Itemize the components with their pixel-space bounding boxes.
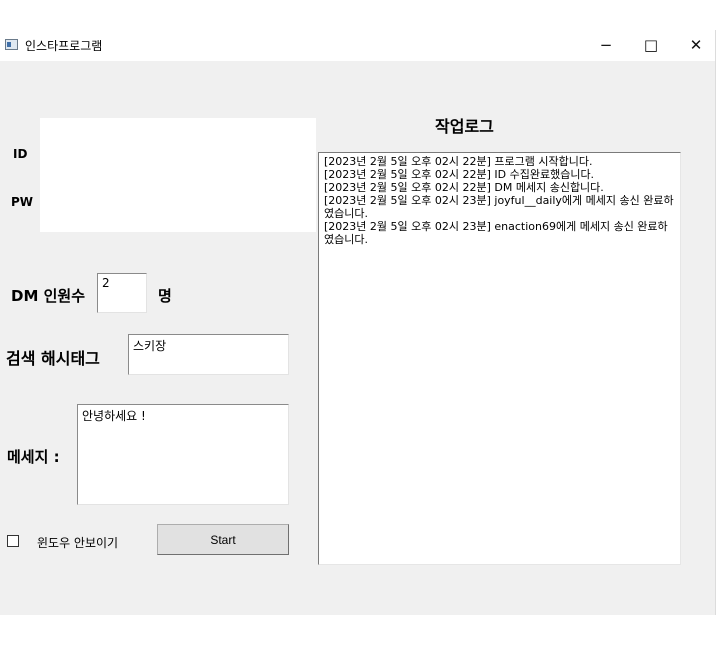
app-window: 인스타프로그램 − □ ✕ ID PW DM 인원수 2 명 검색 해시태그 스… [0, 30, 716, 615]
minimize-button[interactable]: − [583, 30, 629, 60]
log-entry: [2023년 2월 5일 오후 02시 22분] ID 수집완료했습니다. [324, 168, 595, 181]
hide-window-checkbox[interactable] [7, 535, 19, 547]
dm-count-input[interactable]: 2 [97, 273, 147, 313]
hide-window-label[interactable]: 윈도우 안보이기 [37, 534, 118, 551]
close-button[interactable]: ✕ [673, 30, 719, 60]
hashtag-label: 검색 해시태그 [6, 349, 100, 368]
maximize-button[interactable]: □ [628, 30, 674, 60]
log-entry: [2023년 2월 5일 오후 02시 22분] 프로그램 시작합니다. [324, 155, 593, 168]
start-button[interactable]: Start [157, 524, 289, 555]
log-title: 작업로그 [435, 117, 494, 136]
log-textbox[interactable]: [2023년 2월 5일 오후 02시 22분] 프로그램 시작합니다. [20… [318, 152, 681, 565]
message-label: 메세지 : [7, 448, 60, 466]
hashtag-input[interactable]: 스키장 [128, 334, 289, 375]
credentials-input-area[interactable] [40, 118, 316, 232]
window-title: 인스타프로그램 [25, 39, 103, 53]
pw-label: PW [11, 195, 34, 209]
dm-count-label: DM 인원수 [11, 287, 86, 305]
dm-count-unit: 명 [158, 287, 172, 305]
log-entry: [2023년 2월 5일 오후 02시 22분] DM 메세지 송신합니다. [324, 181, 604, 194]
log-entry: [2023년 2월 5일 오후 02시 23분] enaction69에게 메세… [324, 220, 668, 246]
title-bar[interactable]: 인스타프로그램 − □ ✕ [0, 30, 715, 61]
log-entry: [2023년 2월 5일 오후 02시 23분] joyful__daily에게… [324, 194, 674, 220]
message-textarea[interactable]: 안녕하세요 ! [77, 404, 289, 505]
app-window-icon [5, 39, 18, 50]
id-label: ID [13, 147, 28, 161]
